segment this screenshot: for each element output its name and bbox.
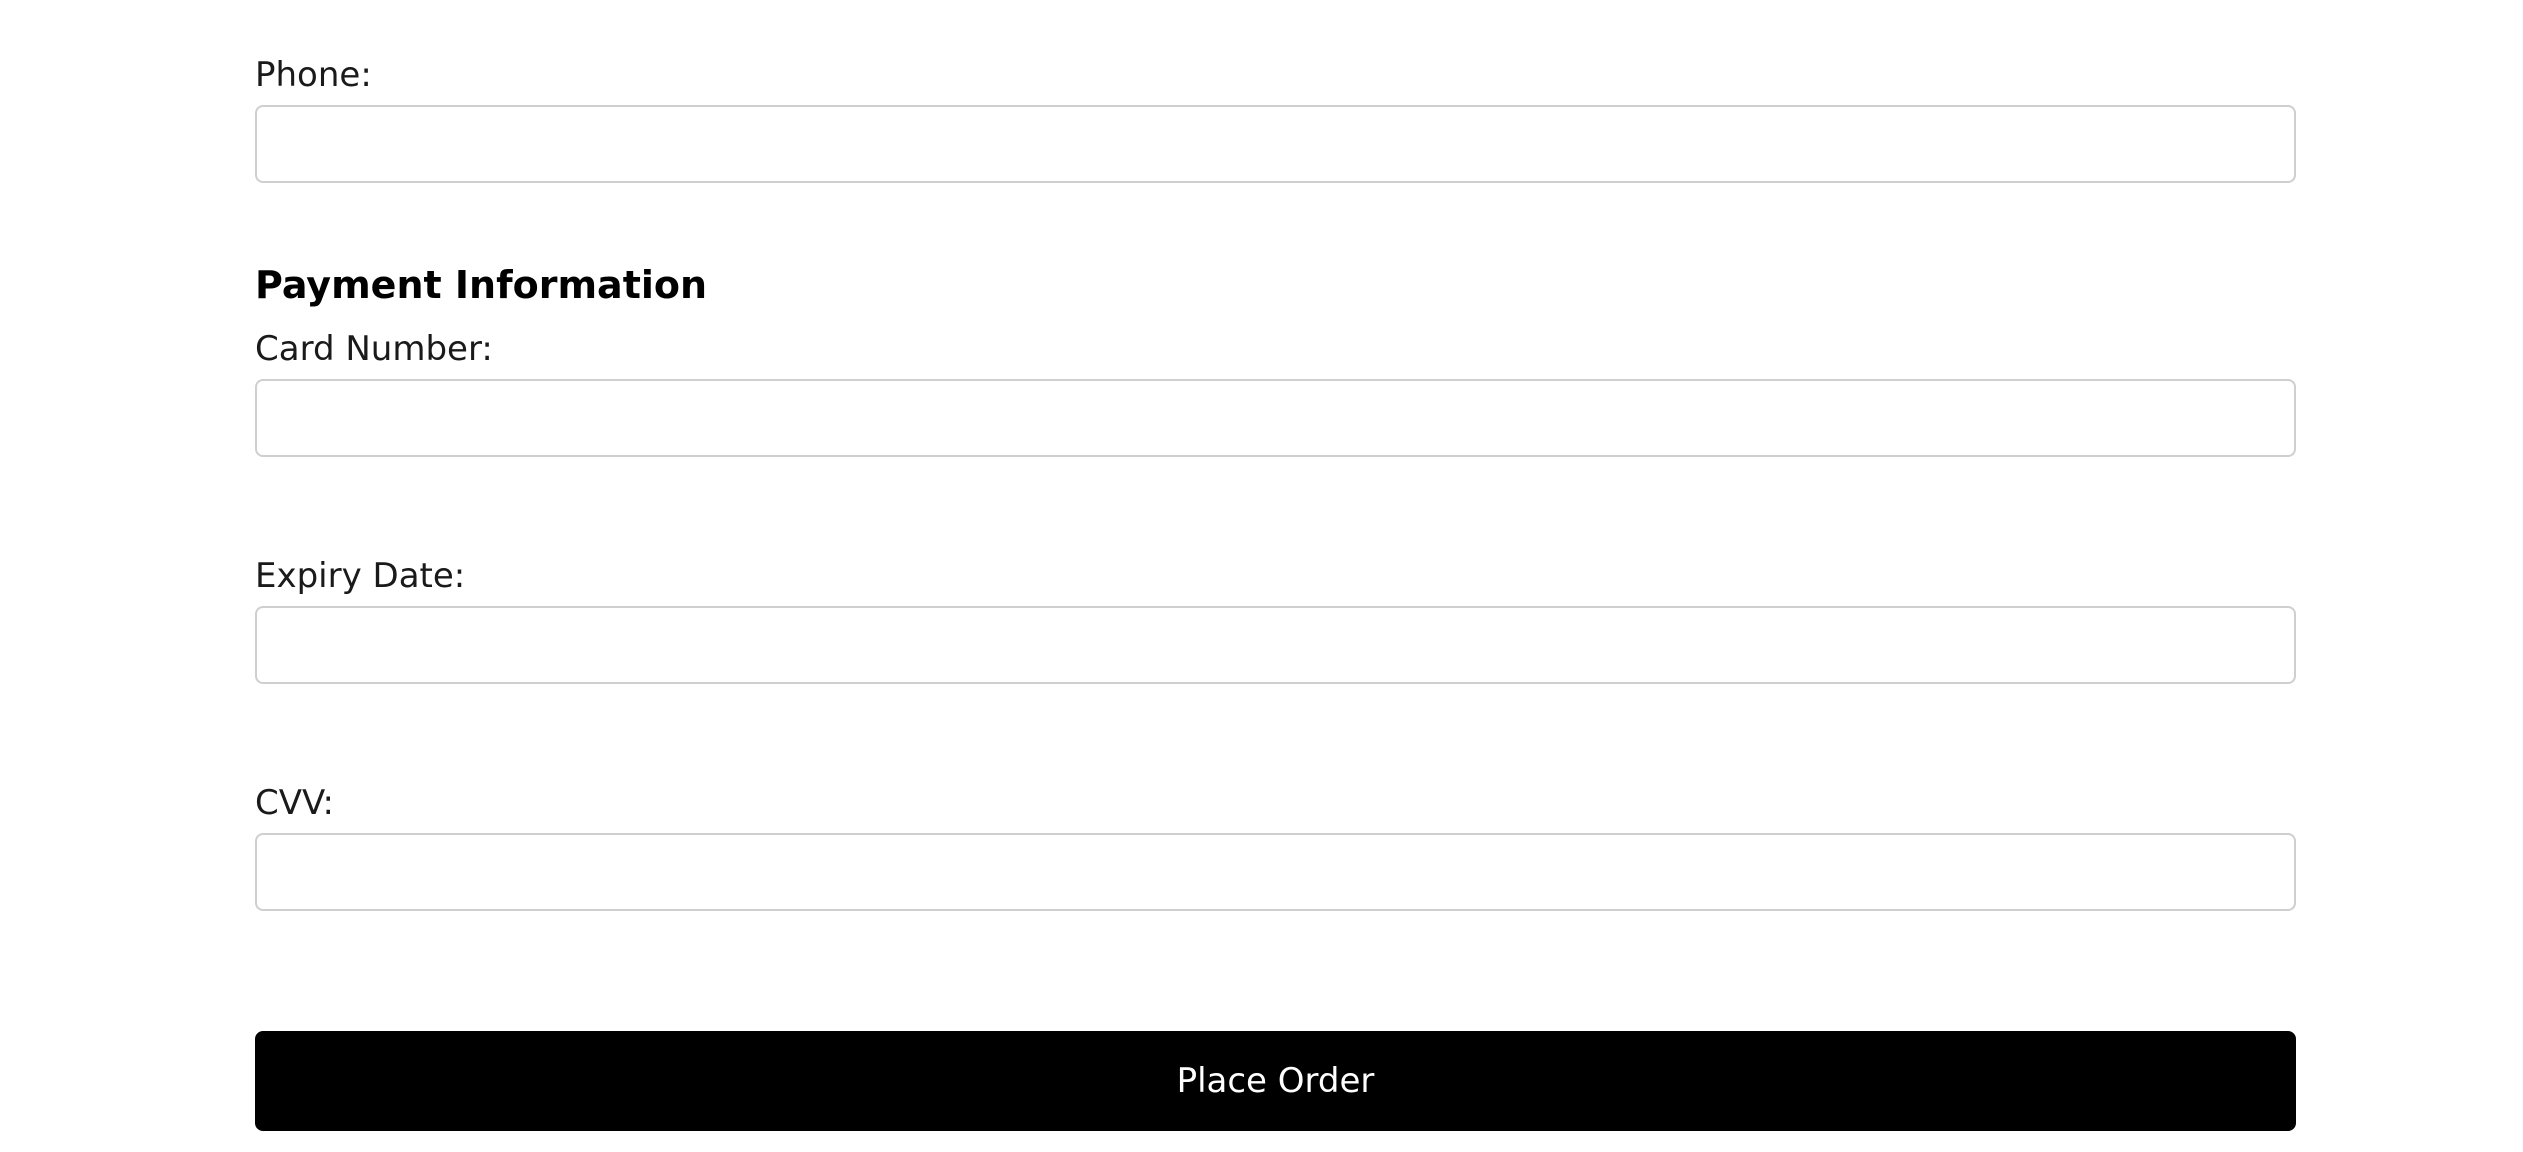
payment-section-heading: Payment Information <box>255 263 708 307</box>
expiry-date-input[interactable] <box>255 606 2296 684</box>
expiry-date-label: Expiry Date: <box>255 556 466 596</box>
phone-input[interactable] <box>255 105 2296 183</box>
checkout-form: Phone: Payment Information Card Number: … <box>255 0 2296 1152</box>
card-number-input[interactable] <box>255 379 2296 457</box>
card-number-label: Card Number: <box>255 329 493 369</box>
place-order-button[interactable]: Place Order <box>255 1031 2296 1131</box>
cvv-label: CVV: <box>255 783 334 823</box>
cvv-input[interactable] <box>255 833 2296 911</box>
phone-label: Phone: <box>255 55 372 95</box>
